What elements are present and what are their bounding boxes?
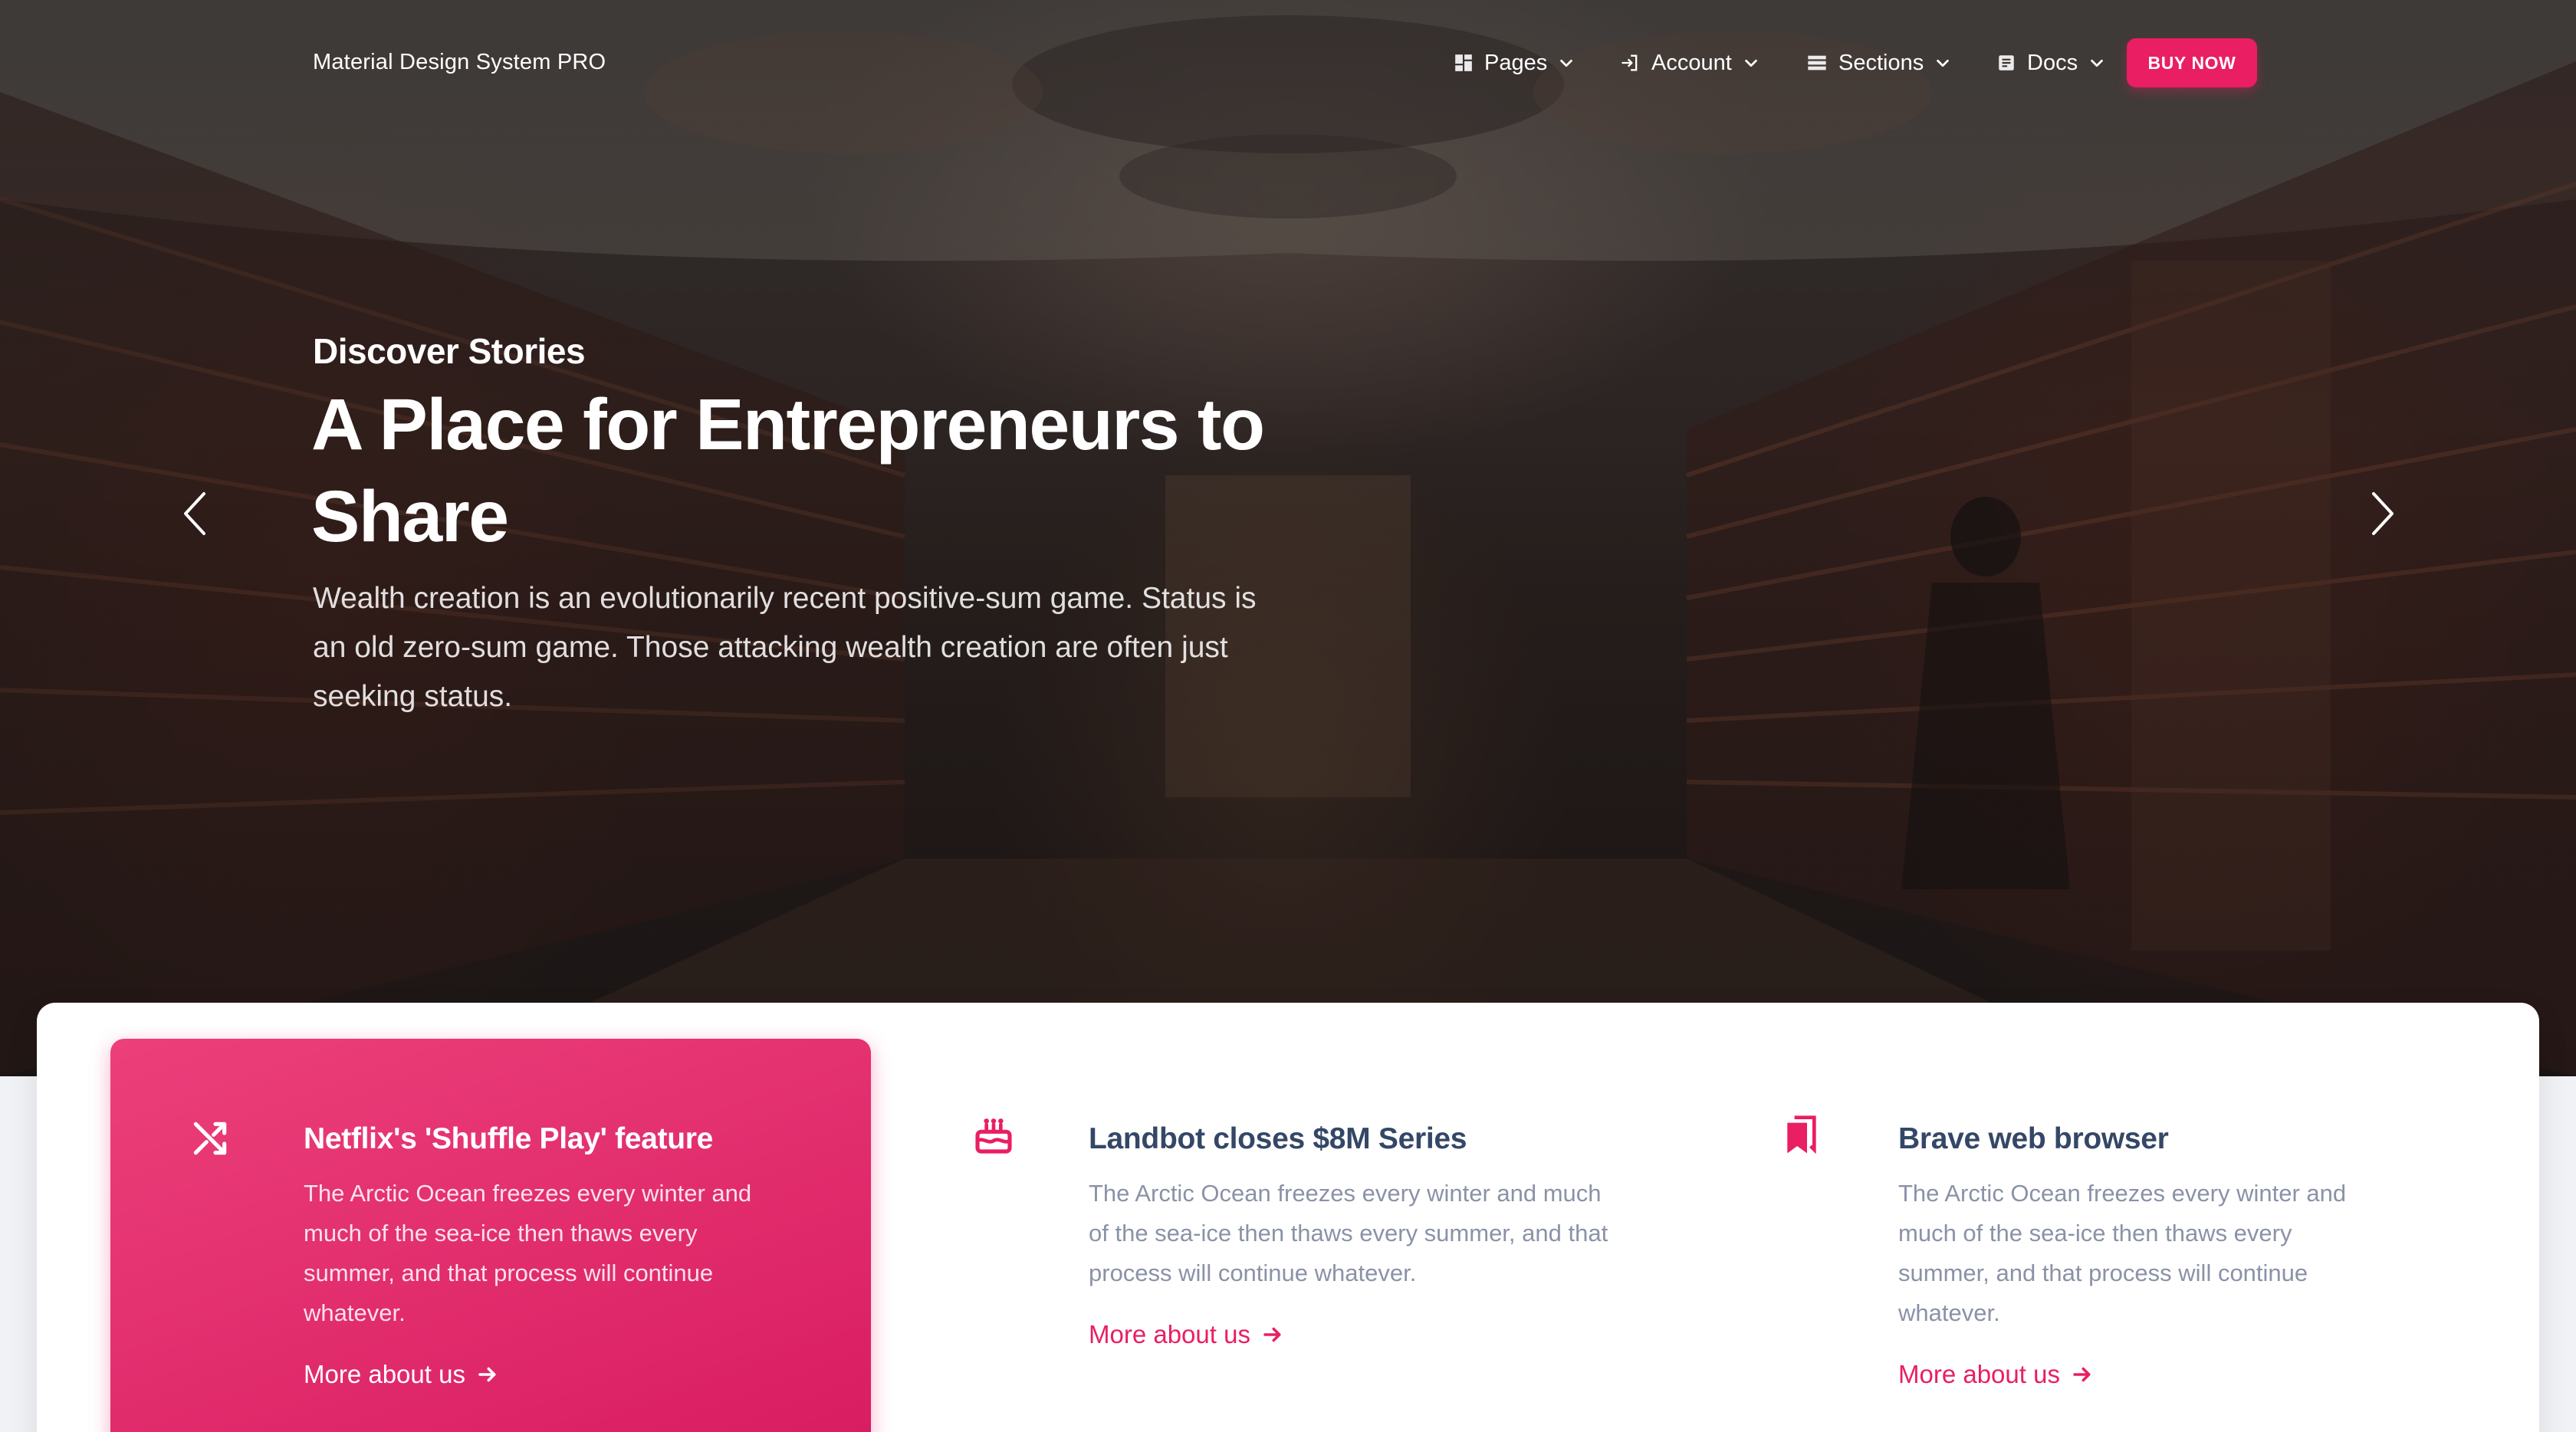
nav-pages-dropdown[interactable]: Pages	[1454, 46, 1575, 80]
login-icon	[1622, 54, 1638, 71]
nav-docs-dropdown[interactable]: Docs	[1996, 46, 2105, 80]
chevron-down-icon	[1937, 59, 1950, 67]
link-label: More about us	[1898, 1360, 2060, 1388]
more-about-us-link[interactable]: More about us	[1898, 1358, 2094, 1391]
feature-title: Netflix's 'Shuffle Play' feature	[304, 1122, 714, 1155]
nav-docs-label: Docs	[2027, 50, 2078, 75]
nav-pages-label: Pages	[1484, 50, 1548, 75]
more-about-us-link[interactable]: More about us	[1089, 1318, 1284, 1352]
bookmarks-icon	[1787, 1115, 1816, 1154]
feature-title: Landbot closes $8M Series	[1089, 1122, 1467, 1155]
arrow-right-icon	[1263, 1327, 1281, 1342]
chevron-down-icon	[1745, 59, 1757, 67]
buy-now-button[interactable]: BUY NOW	[2127, 38, 2257, 87]
hero-headline: A Place for Entrepreneurs to Share	[311, 384, 1265, 557]
feature-text: The Arctic Ocean freezes every winter an…	[1898, 1180, 2347, 1326]
nav-sections-label: Sections	[1838, 50, 1924, 75]
link-label: More about us	[304, 1360, 465, 1388]
cake-icon	[975, 1118, 1012, 1154]
more-about-us-link[interactable]: More about us	[304, 1358, 499, 1391]
shuffle-icon	[193, 1122, 227, 1155]
link-label: More about us	[1089, 1320, 1250, 1348]
nav-account-dropdown[interactable]: Account	[1619, 46, 1760, 80]
chevron-left-icon	[184, 492, 205, 535]
arrow-right-icon	[478, 1367, 496, 1382]
feature-title: Brave web browser	[1898, 1122, 2169, 1155]
carousel-prev-button[interactable]	[164, 483, 225, 544]
nav-account-label: Account	[1651, 50, 1732, 75]
feature-card-landbot: Landbot closes $8M Series The Arctic Oce…	[895, 1039, 1662, 1432]
chevron-down-icon	[1560, 59, 1573, 67]
view-list-icon	[1808, 55, 1826, 71]
hero-eyebrow: Discover Stories	[313, 331, 586, 371]
dashboard-grid-icon	[1455, 54, 1472, 71]
nav-sections-dropdown[interactable]: Sections	[1806, 46, 1951, 80]
chevron-down-icon	[2091, 59, 2103, 67]
feature-card-brave: Brave web browser The Arctic Ocean freez…	[1705, 1039, 2472, 1432]
brand-link[interactable]: Material Design System PRO	[313, 48, 606, 76]
article-icon	[1999, 55, 2014, 71]
hero-lead-text: Wealth creation is an evolutionarily rec…	[313, 582, 1257, 713]
hero-section: Material Design System PRO Pages Account…	[0, 0, 2576, 1076]
top-navbar: Material Design System PRO Pages Account…	[0, 0, 2576, 126]
chevron-right-icon	[2372, 492, 2394, 535]
feature-text: The Arctic Ocean freezes every winter an…	[1089, 1180, 1608, 1286]
carousel-next-button[interactable]	[2352, 483, 2413, 544]
feature-text: The Arctic Ocean freezes every winter an…	[304, 1180, 752, 1326]
page: Material Design System PRO Pages Account…	[0, 0, 2576, 1432]
arrow-right-icon	[2073, 1367, 2091, 1382]
feature-card-netflix: Netflix's 'Shuffle Play' feature The Arc…	[110, 1039, 871, 1432]
